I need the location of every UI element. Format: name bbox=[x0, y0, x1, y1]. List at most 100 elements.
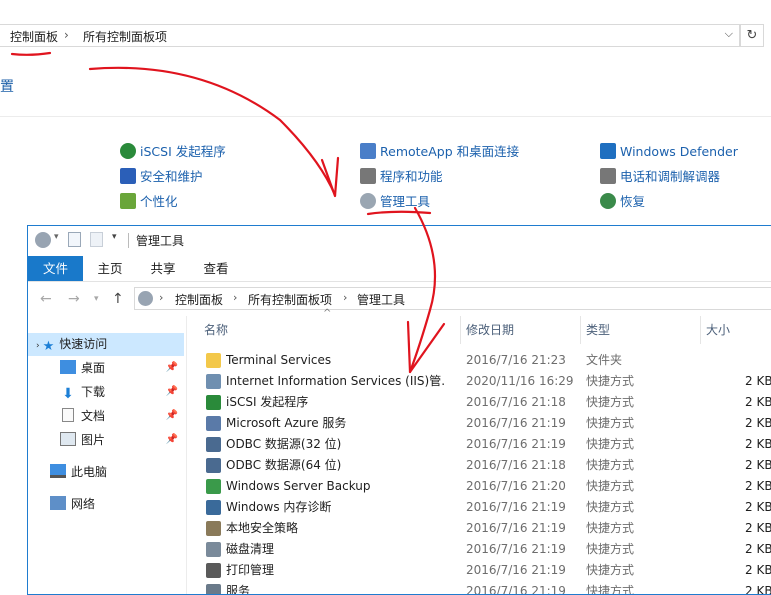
file-size: 2 KB bbox=[745, 521, 771, 535]
azure-icon bbox=[206, 416, 221, 431]
bg-refresh-icon[interactable]: ↻ bbox=[740, 24, 764, 47]
iscsi-icon bbox=[120, 143, 136, 159]
up-arrow-icon[interactable]: ↑ bbox=[112, 291, 124, 307]
tab-view[interactable]: 查看 bbox=[196, 256, 236, 281]
tab-home[interactable]: 主页 bbox=[90, 256, 130, 281]
cp-item-security-maintenance[interactable]: 安全和维护 bbox=[120, 168, 203, 186]
table-row[interactable]: 磁盘清理 2016/7/16 21:19 快捷方式 2 KB bbox=[188, 539, 771, 560]
remoteapp-icon bbox=[360, 143, 376, 159]
file-name: ODBC 数据源(32 位) bbox=[226, 437, 342, 451]
bg-address-dropdown-icon[interactable]: ⌵ bbox=[725, 27, 733, 41]
column-header-modified[interactable]: 修改日期 bbox=[466, 316, 514, 344]
bg-crumb-chevron-icon: › bbox=[64, 28, 69, 42]
pin-icon[interactable]: 📌 bbox=[166, 429, 178, 451]
customize-quick-access-icon[interactable]: ▾ bbox=[112, 232, 120, 248]
column-header-type[interactable]: 类型 bbox=[586, 316, 610, 344]
file-type: 快捷方式 bbox=[586, 395, 635, 409]
column-header-size[interactable]: 大小 bbox=[706, 316, 730, 344]
pin-icon[interactable]: 📌 bbox=[166, 381, 178, 403]
odbc-icon bbox=[206, 437, 221, 452]
bg-address-bar[interactable]: 控制面板 › 所有控制面板项 ⌵ bbox=[0, 24, 740, 47]
window-title: 管理工具 bbox=[136, 234, 185, 248]
new-folder-icon[interactable] bbox=[90, 232, 103, 247]
tab-share[interactable]: 共享 bbox=[143, 256, 183, 281]
file-type: 快捷方式 bbox=[586, 542, 635, 556]
file-name: Internet Information Services (IIS)管... bbox=[226, 374, 446, 388]
iscsi-icon bbox=[206, 395, 221, 410]
table-row[interactable]: Windows 内存诊断 2016/7/16 21:19 快捷方式 2 KB bbox=[188, 497, 771, 518]
table-row[interactable]: Internet Information Services (IIS)管... 2… bbox=[188, 371, 771, 392]
file-name: Windows Server Backup bbox=[226, 479, 371, 493]
file-modified: 2016/7/16 21:19 bbox=[466, 542, 566, 556]
recent-locations-icon[interactable]: ▾ bbox=[94, 294, 99, 304]
cp-item-iscsi[interactable]: iSCSI 发起程序 bbox=[120, 143, 226, 161]
bg-crumb-all-items[interactable]: 所有控制面板项 bbox=[83, 28, 167, 45]
column-separator[interactable] bbox=[460, 316, 461, 344]
title-separator bbox=[128, 233, 129, 248]
pane-item-documents[interactable]: 文档 📌 bbox=[60, 405, 182, 427]
file-name: 本地安全策略 bbox=[226, 521, 299, 535]
properties-icon[interactable] bbox=[68, 232, 81, 247]
backup-icon bbox=[206, 479, 221, 494]
file-name: Windows 内存诊断 bbox=[226, 500, 332, 514]
table-row[interactable]: Microsoft Azure 服务 2016/7/16 21:19 快捷方式 2 K… bbox=[188, 413, 771, 434]
document-icon bbox=[62, 408, 74, 422]
file-name: 磁盘清理 bbox=[226, 542, 275, 556]
file-name: Microsoft Azure 服务 bbox=[226, 416, 347, 430]
column-separator[interactable] bbox=[580, 316, 581, 344]
pin-icon[interactable]: 📌 bbox=[166, 357, 178, 379]
file-type: 快捷方式 bbox=[586, 584, 635, 595]
pane-network[interactable]: 网络 bbox=[50, 493, 180, 515]
breadcrumb-chevron-icon[interactable]: › bbox=[159, 291, 163, 304]
back-arrow-icon[interactable]: ← bbox=[40, 291, 52, 307]
table-row[interactable]: iSCSI 发起程序 2016/7/16 21:18 快捷方式 2 KB bbox=[188, 392, 771, 413]
odbc-icon bbox=[206, 458, 221, 473]
file-size: 2 KB bbox=[745, 479, 771, 493]
programs-icon bbox=[360, 168, 376, 184]
pane-this-pc[interactable]: 此电脑 bbox=[50, 461, 180, 483]
disk-cleanup-icon bbox=[206, 542, 221, 557]
crumb-control-panel[interactable]: 控制面板 bbox=[175, 291, 223, 308]
forward-arrow-icon[interactable]: → bbox=[68, 291, 80, 307]
table-row[interactable]: 打印管理 2016/7/16 21:19 快捷方式 2 KB bbox=[188, 560, 771, 581]
table-row[interactable]: 服务 2016/7/16 21:19 快捷方式 2 KB bbox=[188, 581, 771, 595]
address-bar[interactable]: › 控制面板 › 所有控制面板项 › 管理工具 bbox=[134, 287, 771, 310]
cp-item-programs-features[interactable]: 程序和功能 bbox=[360, 168, 443, 186]
breadcrumb-chevron-icon[interactable]: › bbox=[343, 291, 347, 304]
pane-item-pictures[interactable]: 图片 📌 bbox=[60, 429, 182, 451]
admin-tools-icon bbox=[360, 193, 376, 209]
chevron-down-icon[interactable]: ▾ bbox=[54, 232, 60, 248]
cp-item-recovery[interactable]: 恢复 bbox=[600, 193, 645, 211]
pane-item-downloads[interactable]: ⬇ 下载 📌 bbox=[60, 381, 182, 403]
breadcrumb-chevron-icon[interactable]: › bbox=[233, 291, 237, 304]
cp-item-phone-modem[interactable]: 电话和调制解调器 bbox=[600, 168, 720, 186]
pin-icon[interactable]: 📌 bbox=[166, 405, 178, 427]
expand-chevron-icon[interactable]: › bbox=[36, 341, 40, 351]
security-policy-icon bbox=[206, 521, 221, 536]
pane-quick-access[interactable]: › ★ 快速访问 bbox=[36, 333, 184, 355]
explorer-window: ▾ ▾ 管理工具 文件 主页 共享 查看 ← → ▾ ↑ › 控制面板 › 所有… bbox=[27, 225, 771, 595]
table-row[interactable]: 本地安全策略 2016/7/16 21:19 快捷方式 2 KB bbox=[188, 518, 771, 539]
file-name: 打印管理 bbox=[226, 563, 275, 577]
cp-item-remoteapp[interactable]: RemoteApp 和桌面连接 bbox=[360, 143, 519, 161]
crumb-all-items[interactable]: 所有控制面板项 bbox=[248, 291, 332, 308]
defender-icon bbox=[600, 143, 616, 159]
crumb-admin-tools[interactable]: 管理工具 bbox=[357, 291, 405, 308]
bg-clipped-link[interactable]: 置 bbox=[0, 76, 14, 96]
table-row[interactable]: Windows Server Backup 2016/7/16 21:20 快捷方式… bbox=[188, 476, 771, 497]
column-header-name[interactable]: 名称 bbox=[204, 316, 228, 344]
cp-item-windows-defender[interactable]: Windows Defender bbox=[600, 143, 738, 161]
table-row[interactable]: ODBC 数据源(32 位) 2016/7/16 21:19 快捷方式 2 KB bbox=[188, 434, 771, 455]
table-row[interactable]: Terminal Services 2016/7/16 21:23 文件夹 bbox=[188, 350, 771, 371]
file-size: 2 KB bbox=[745, 416, 771, 430]
bg-divider bbox=[0, 116, 771, 117]
file-size: 2 KB bbox=[745, 374, 771, 388]
cp-item-admin-tools[interactable]: 管理工具 bbox=[360, 193, 430, 211]
column-separator[interactable] bbox=[700, 316, 701, 344]
table-row[interactable]: ODBC 数据源(64 位) 2016/7/16 21:18 快捷方式 2 KB bbox=[188, 455, 771, 476]
tab-file[interactable]: 文件 bbox=[28, 256, 83, 281]
ribbon-tabs: 文件 主页 共享 查看 bbox=[28, 256, 771, 282]
bg-crumb-control-panel[interactable]: 控制面板 bbox=[10, 28, 58, 45]
cp-item-personalize[interactable]: 个性化 bbox=[120, 193, 178, 211]
pane-item-desktop[interactable]: 桌面 📌 bbox=[60, 357, 182, 379]
